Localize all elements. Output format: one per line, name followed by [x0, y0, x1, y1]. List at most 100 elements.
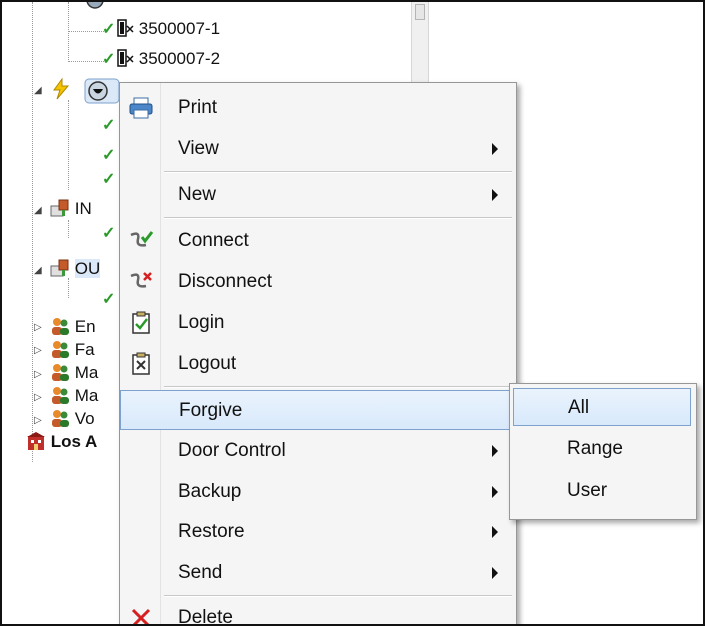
controller-icon: [84, 78, 120, 104]
submenu-item-user[interactable]: User: [513, 472, 691, 510]
tree-item-label: IN: [74, 199, 92, 218]
menu-separator: [164, 386, 512, 388]
menu-item-label: View: [178, 138, 219, 159]
menu-item-label: Login: [178, 312, 225, 333]
collapse-arrow-icon[interactable]: ◢: [34, 206, 44, 216]
menu-item-label: Delete: [178, 607, 233, 626]
check-icon: ✓: [102, 117, 116, 134]
delete-icon: [131, 608, 151, 624]
door-icon: [117, 49, 134, 67]
lightning-icon: [53, 78, 70, 100]
submenu-item-label: User: [567, 480, 608, 501]
expand-arrow-icon[interactable]: ▷: [34, 370, 44, 380]
logout-icon: [132, 352, 150, 375]
menu-item-delete[interactable]: Delete: [120, 598, 516, 626]
menu-item-connect[interactable]: Connect: [120, 221, 516, 261]
users-icon: [52, 341, 69, 358]
tree-item-door[interactable]: ✓ 3500007-1: [102, 17, 220, 41]
menu-item-door-control[interactable]: Door Control: [120, 431, 516, 471]
tree-connector: [32, 2, 33, 462]
tree-item-label: Vo: [74, 409, 95, 428]
collapse-arrow-icon[interactable]: ◢: [34, 266, 44, 276]
menu-item-send[interactable]: Send: [120, 553, 516, 593]
submenu-item-label: All: [568, 397, 590, 418]
menu-item-label: Disconnect: [178, 271, 272, 292]
menu-item-label: Send: [178, 562, 223, 583]
scrollbar-thumb[interactable]: [415, 4, 425, 20]
users-icon: [52, 364, 69, 381]
menu-item-label: Door Control: [178, 440, 286, 461]
menu-separator: [164, 171, 512, 173]
application-window: ✓ 3500007-1 ✓ 3500007-2 ◢ ✓ ✓ ✓ ◢ IN ✓ ◢: [0, 0, 705, 626]
tree-item-group[interactable]: Ma: [50, 384, 98, 408]
submenu-item-range[interactable]: Range: [513, 430, 691, 468]
printer-icon: [129, 97, 153, 119]
building-icon: [27, 432, 45, 450]
users-icon: [52, 318, 69, 335]
door-icon: [117, 19, 134, 37]
tree-connector: [68, 278, 69, 298]
menu-item-login[interactable]: Login: [120, 303, 516, 343]
menu-item-disconnect[interactable]: Disconnect: [120, 262, 516, 302]
network-group-icon: [50, 199, 69, 217]
tree-connector: [68, 220, 69, 238]
check-icon: ✓: [102, 147, 116, 164]
tree-item-group[interactable]: En: [50, 315, 96, 339]
tree-connector: [68, 100, 69, 190]
tree-item-label: En: [74, 317, 96, 336]
users-icon: [52, 387, 69, 404]
menu-item-label: Print: [178, 97, 218, 118]
check-icon: ✓: [102, 21, 116, 38]
tree-item-group[interactable]: Fa: [50, 338, 95, 362]
submenu-item-label: Range: [567, 438, 623, 459]
expand-arrow-icon[interactable]: ▷: [34, 346, 44, 356]
controller-icon: [86, 2, 104, 9]
menu-item-backup[interactable]: Backup: [120, 472, 516, 512]
menu-item-print[interactable]: Print: [120, 88, 516, 128]
context-menu: Print View New Connect Disconnect Login …: [119, 82, 517, 626]
submenu-arrow-icon: [492, 567, 498, 579]
network-group-icon: [50, 259, 69, 277]
tree-item-door[interactable]: ✓ 3500007-2: [102, 47, 220, 71]
menu-item-new[interactable]: New: [120, 175, 516, 215]
login-icon: [132, 311, 150, 334]
menu-item-logout[interactable]: Logout: [120, 344, 516, 384]
menu-item-view[interactable]: View: [120, 129, 516, 169]
tree-item-label: 3500007-1: [138, 19, 221, 38]
menu-item-label: Restore: [178, 521, 245, 542]
expand-arrow-icon[interactable]: ▷: [34, 393, 44, 403]
menu-item-label: Backup: [178, 481, 242, 502]
tree-item-label: OU: [74, 259, 101, 278]
tree-item-input-group[interactable]: IN: [50, 197, 92, 221]
connect-icon: [130, 231, 154, 247]
menu-item-label: New: [178, 184, 217, 205]
users-icon: [52, 410, 69, 427]
menu-item-restore[interactable]: Restore: [120, 512, 516, 552]
tree-item-label: Ma: [74, 363, 99, 382]
submenu-arrow-icon: [492, 143, 498, 155]
tree-item-output-group[interactable]: OU: [50, 257, 101, 281]
menu-item-forgive[interactable]: Forgive: [120, 390, 516, 430]
tree-item-label: Fa: [74, 340, 95, 359]
menu-item-label: Forgive: [179, 400, 243, 421]
menu-separator: [164, 217, 512, 219]
collapse-arrow-icon[interactable]: ◢: [34, 86, 44, 96]
submenu-arrow-icon: [492, 445, 498, 457]
menu-separator: [164, 595, 512, 597]
tree-connector: [68, 31, 104, 32]
menu-item-label: Logout: [178, 353, 237, 374]
expand-arrow-icon[interactable]: ▷: [34, 323, 44, 333]
tree-connector: [68, 2, 69, 62]
submenu-item-all[interactable]: All: [513, 388, 691, 426]
tree-item-group[interactable]: Vo: [50, 407, 95, 431]
tree-connector: [68, 61, 104, 62]
forgive-submenu: All Range User: [509, 383, 697, 520]
expand-arrow-icon[interactable]: ▷: [34, 416, 44, 426]
submenu-arrow-icon: [492, 189, 498, 201]
disconnect-icon: [130, 272, 152, 288]
check-icon: ✓: [102, 291, 116, 308]
check-icon: ✓: [102, 51, 116, 68]
tree-item-site[interactable]: Los A: [26, 430, 97, 454]
tree-item-group[interactable]: Ma: [50, 361, 98, 385]
tree-item-label: Los A: [50, 432, 98, 451]
